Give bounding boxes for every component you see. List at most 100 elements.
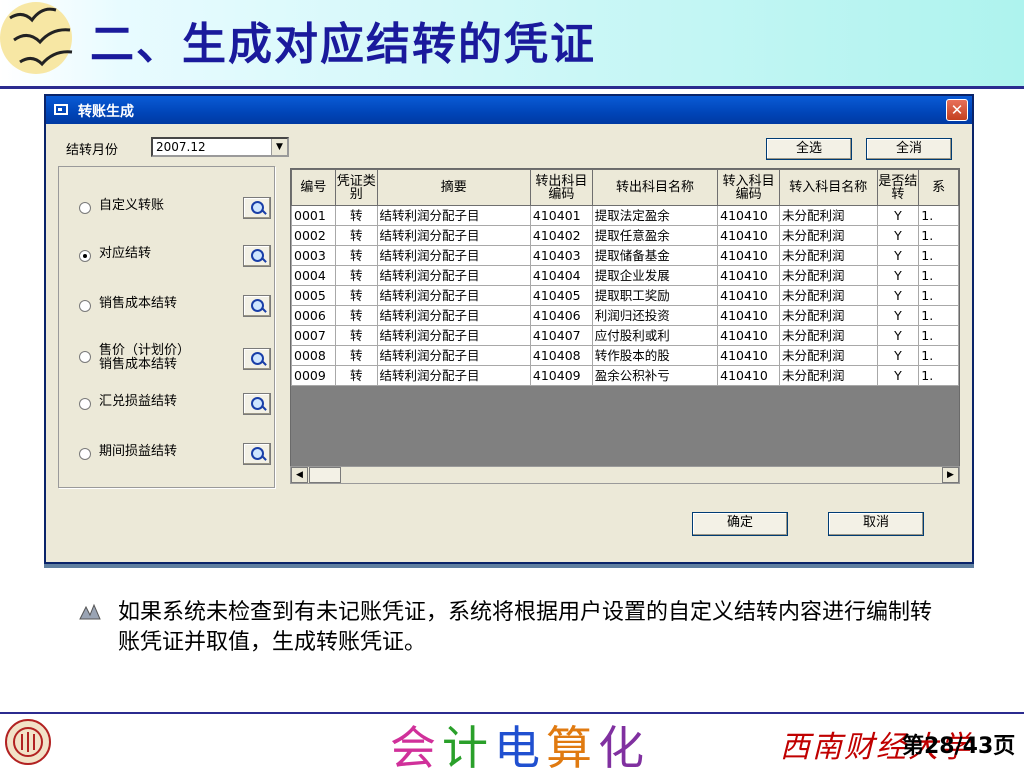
col-header[interactable]: 编号	[291, 169, 336, 206]
radio-icon[interactable]	[79, 448, 91, 460]
table-cell[interactable]: 未分配利润	[779, 225, 878, 246]
table-cell[interactable]: 提取法定盈余	[591, 205, 719, 226]
table-cell[interactable]: 410401	[529, 205, 593, 226]
table-row[interactable]: 0008 转结转利润分配子目 410408 转作股本的股 410410 未分配利润 Y 1.	[291, 345, 959, 366]
table-cell[interactable]: 转作股本的股	[591, 345, 719, 366]
table-cell[interactable]: 0007	[291, 325, 336, 346]
table-row[interactable]: 0006 转结转利润分配子目 410406 利润归还投资 410410 未分配利润 Y 1.	[291, 305, 959, 326]
table-cell[interactable]: 1.	[918, 205, 959, 226]
table-cell[interactable]: 0006	[291, 305, 336, 326]
dialog-titlebar[interactable]: 转账生成 ✕	[46, 96, 972, 124]
table-cell[interactable]: 410404	[529, 265, 593, 286]
select-all-button[interactable]: 全选	[766, 138, 852, 160]
table-cell[interactable]: 410405	[529, 285, 593, 306]
table-cell[interactable]: 1.	[918, 225, 959, 246]
ok-button[interactable]: 确定	[692, 512, 788, 536]
horizontal-scrollbar[interactable]: ◀ ▶	[290, 466, 960, 484]
table-cell[interactable]: 410410	[717, 205, 781, 226]
col-header[interactable]: 转出科目编码	[529, 169, 593, 206]
table-cell[interactable]: 结转利润分配子目	[376, 265, 531, 286]
table-cell[interactable]: 应付股利或利	[591, 325, 719, 346]
table-cell[interactable]: 结转利润分配子目	[376, 245, 531, 266]
table-cell[interactable]: 410410	[717, 305, 781, 326]
radio-icon[interactable]	[79, 202, 91, 214]
table-cell[interactable]: 410408	[529, 345, 593, 366]
chevron-down-icon[interactable]: ▼	[271, 139, 287, 155]
close-icon[interactable]: ✕	[946, 99, 968, 121]
table-cell[interactable]: 结转利润分配子目	[376, 205, 531, 226]
table-cell[interactable]: 利润归还投资	[591, 305, 719, 326]
table-cell[interactable]: 未分配利润	[779, 345, 878, 366]
search-icon[interactable]	[243, 245, 271, 267]
table-cell[interactable]: 转	[334, 365, 378, 386]
col-header[interactable]: 凭证类别	[334, 169, 378, 206]
table-cell[interactable]: 提取任意盈余	[591, 225, 719, 246]
col-header[interactable]: 摘要	[376, 169, 531, 206]
table-cell[interactable]: 0001	[291, 205, 336, 226]
table-cell[interactable]: Y	[876, 205, 920, 226]
table-cell[interactable]: Y	[876, 325, 920, 346]
search-icon[interactable]	[243, 393, 271, 415]
table-cell[interactable]: 410410	[717, 325, 781, 346]
col-header[interactable]: 转出科目名称	[591, 169, 719, 206]
table-cell[interactable]: 转	[334, 265, 378, 286]
cancel-button[interactable]: 取消	[828, 512, 924, 536]
radio-icon[interactable]	[79, 351, 91, 363]
table-cell[interactable]: 转	[334, 285, 378, 306]
table-cell[interactable]: 未分配利润	[779, 285, 878, 306]
col-header[interactable]: 是否结转	[876, 169, 920, 206]
search-icon[interactable]	[243, 443, 271, 465]
table-cell[interactable]: 未分配利润	[779, 365, 878, 386]
col-header[interactable]: 系	[918, 169, 959, 206]
table-cell[interactable]: 转	[334, 325, 378, 346]
transfer-grid[interactable]: 编号 凭证类别 摘要 转出科目编码 转出科目名称 转入科目编码 转入科目名称 是…	[290, 168, 960, 480]
table-cell[interactable]: 未分配利润	[779, 325, 878, 346]
table-cell[interactable]: 0004	[291, 265, 336, 286]
table-cell[interactable]: 410410	[717, 345, 781, 366]
table-cell[interactable]: 转	[334, 205, 378, 226]
table-cell[interactable]: 0008	[291, 345, 336, 366]
scroll-left-icon[interactable]: ◀	[291, 467, 308, 483]
table-cell[interactable]: 1.	[918, 285, 959, 306]
table-cell[interactable]: 410402	[529, 225, 593, 246]
table-cell[interactable]: 盈余公积补亏	[591, 365, 719, 386]
table-cell[interactable]: 1.	[918, 305, 959, 326]
col-header[interactable]: 转入科目编码	[717, 169, 781, 206]
table-cell[interactable]: 1.	[918, 265, 959, 286]
table-row[interactable]: 0002 转结转利润分配子目 410402 提取任意盈余 410410 未分配利润 Y 1.	[291, 225, 959, 246]
table-cell[interactable]: 410403	[529, 245, 593, 266]
table-cell[interactable]: 未分配利润	[779, 265, 878, 286]
table-cell[interactable]: 转	[334, 245, 378, 266]
table-cell[interactable]: 结转利润分配子目	[376, 325, 531, 346]
table-cell[interactable]: Y	[876, 285, 920, 306]
table-cell[interactable]: Y	[876, 265, 920, 286]
table-cell[interactable]: 提取职工奖励	[591, 285, 719, 306]
table-cell[interactable]: 提取企业发展	[591, 265, 719, 286]
table-cell[interactable]: 1.	[918, 325, 959, 346]
table-cell[interactable]: 410410	[717, 365, 781, 386]
table-cell[interactable]: Y	[876, 365, 920, 386]
table-cell[interactable]: 转	[334, 345, 378, 366]
table-cell[interactable]: 410409	[529, 365, 593, 386]
table-cell[interactable]: 未分配利润	[779, 245, 878, 266]
table-cell[interactable]: 0005	[291, 285, 336, 306]
table-row[interactable]: 0009 转结转利润分配子目 410409 盈余公积补亏 410410 未分配利润 Y 1.	[291, 365, 959, 386]
search-icon[interactable]	[243, 295, 271, 317]
table-cell[interactable]: 提取储备基金	[591, 245, 719, 266]
table-cell[interactable]: 410407	[529, 325, 593, 346]
radio-icon[interactable]	[79, 250, 91, 262]
table-row[interactable]: 0004 转结转利润分配子目 410404 提取企业发展 410410 未分配利润 Y 1.	[291, 265, 959, 286]
table-cell[interactable]: 0009	[291, 365, 336, 386]
table-cell[interactable]: Y	[876, 245, 920, 266]
table-cell[interactable]: 1.	[918, 345, 959, 366]
table-row[interactable]: 0003 转结转利润分配子目 410403 提取储备基金 410410 未分配利润 Y 1.	[291, 245, 959, 266]
table-cell[interactable]: 结转利润分配子目	[376, 285, 531, 306]
table-cell[interactable]: 410410	[717, 245, 781, 266]
table-cell[interactable]: 未分配利润	[779, 305, 878, 326]
table-cell[interactable]: 410410	[717, 285, 781, 306]
table-cell[interactable]: 转	[334, 225, 378, 246]
month-select[interactable]: 2007.12 ▼	[151, 137, 289, 157]
scroll-right-icon[interactable]: ▶	[942, 467, 959, 483]
table-cell[interactable]: 0003	[291, 245, 336, 266]
search-icon[interactable]	[243, 197, 271, 219]
